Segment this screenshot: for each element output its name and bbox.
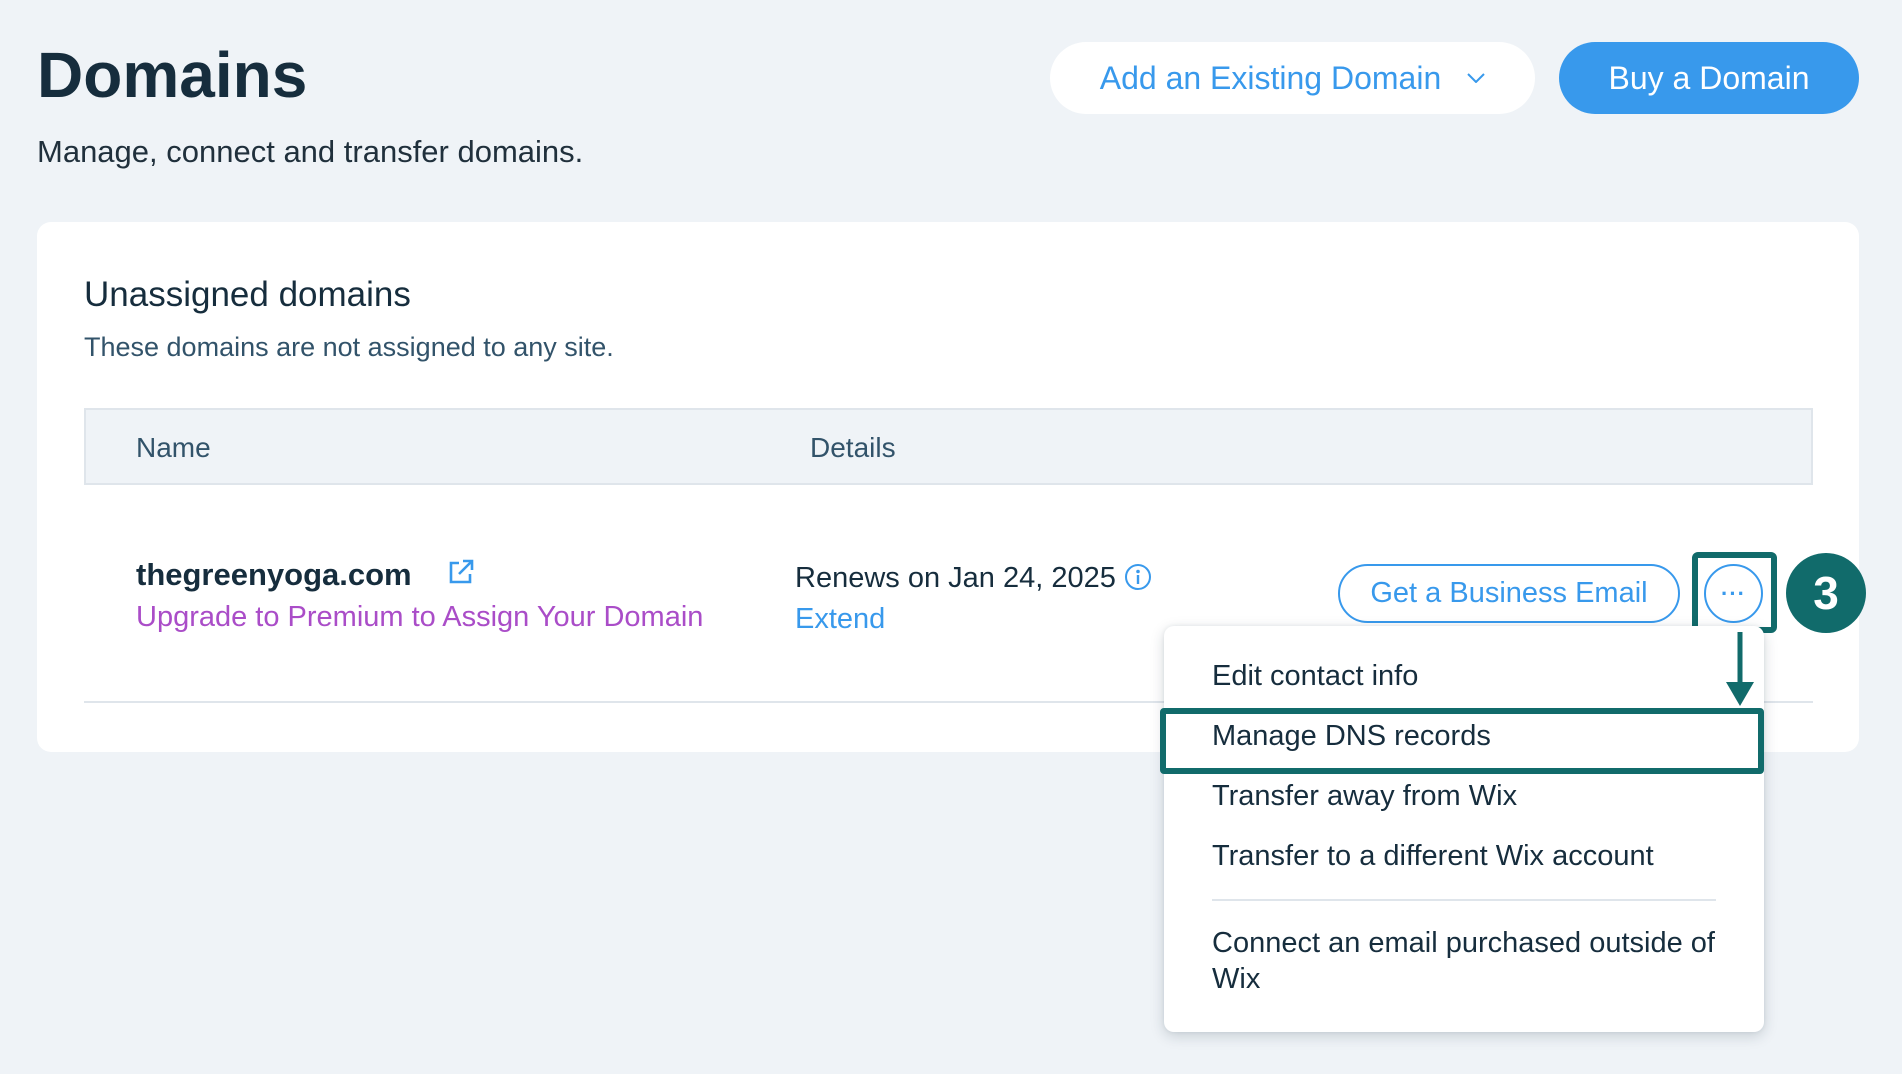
- page-title: Domains: [37, 39, 308, 111]
- step-badge: 3: [1786, 553, 1866, 633]
- add-existing-domain-button[interactable]: Add an Existing Domain: [1050, 42, 1535, 114]
- upgrade-premium-link[interactable]: Upgrade to Premium to Assign Your Domain: [136, 601, 703, 634]
- buy-domain-button[interactable]: Buy a Domain: [1559, 42, 1859, 114]
- info-icon[interactable]: [1124, 563, 1152, 591]
- arrow-down-icon: [1726, 632, 1754, 706]
- section-description: These domains are not assigned to any si…: [84, 332, 614, 362]
- menu-item-connect-email[interactable]: Connect an email purchased outside of Wi…: [1212, 925, 1732, 997]
- table-header: Name Details: [84, 408, 1813, 485]
- renewal-date: Renews on Jan 24, 2025: [795, 562, 1116, 594]
- dns-item-highlight: [1160, 708, 1764, 774]
- domains-page: Domains Manage, connect and transfer dom…: [0, 0, 1902, 1074]
- menu-item-edit-contact[interactable]: Edit contact info: [1212, 660, 1418, 693]
- domain-name: thegreenyoga.com: [136, 557, 412, 592]
- extend-link[interactable]: Extend: [795, 603, 885, 636]
- page-subtitle: Manage, connect and transfer domains.: [37, 134, 584, 169]
- column-header-details: Details: [810, 432, 896, 463]
- more-button-highlight: [1692, 552, 1777, 633]
- section-title: Unassigned domains: [84, 275, 411, 314]
- menu-divider: [1212, 899, 1716, 901]
- get-business-email-button[interactable]: Get a Business Email: [1338, 564, 1680, 623]
- column-header-name: Name: [136, 432, 211, 463]
- menu-item-transfer-away[interactable]: Transfer away from Wix: [1212, 780, 1517, 813]
- chevron-down-icon: [1467, 73, 1485, 83]
- add-existing-domain-label: Add an Existing Domain: [1099, 59, 1442, 96]
- menu-item-transfer-account[interactable]: Transfer to a different Wix account: [1212, 840, 1654, 873]
- external-link-icon[interactable]: [447, 558, 475, 586]
